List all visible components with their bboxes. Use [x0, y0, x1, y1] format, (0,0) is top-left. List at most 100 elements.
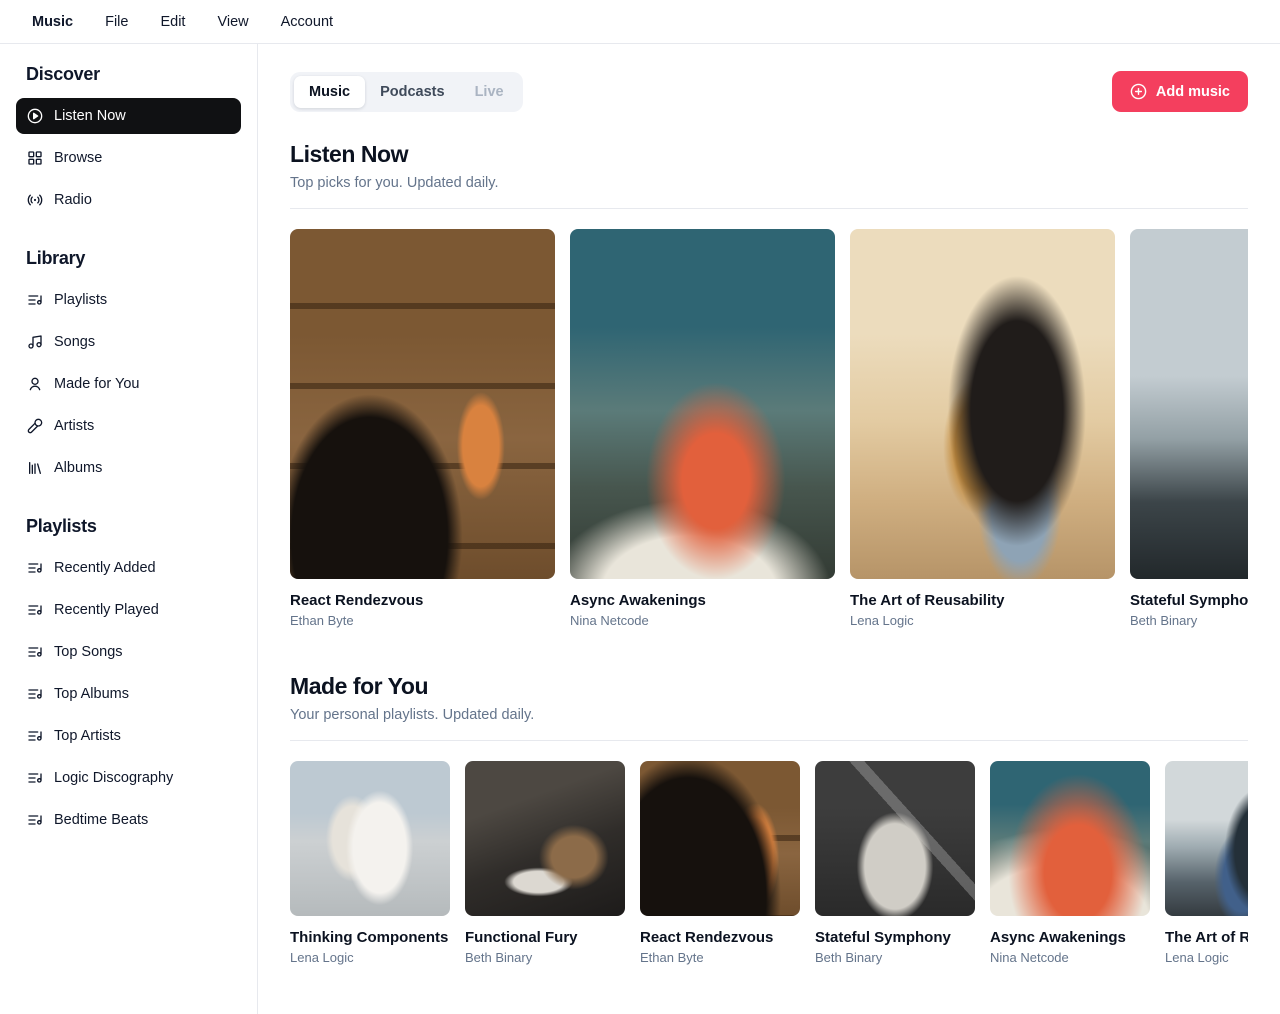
listen-now-card-row: React Rendezvous Ethan Byte Async Awaken…: [290, 229, 1248, 628]
sidebar-item-albums[interactable]: Albums: [16, 450, 241, 486]
sidebar-item-radio[interactable]: Radio: [16, 182, 241, 218]
radio-icon: [27, 192, 43, 208]
sidebar-item-top-artists[interactable]: Top Artists: [16, 718, 241, 754]
playlist-title: Functional Fury: [465, 929, 625, 946]
album-art[interactable]: [1130, 229, 1248, 579]
sidebar-section-discover: Discover Listen Now Browse Radio: [16, 64, 241, 218]
playlist-art[interactable]: [465, 761, 625, 916]
playlist-card: Functional Fury Beth Binary: [465, 761, 625, 965]
list-music-icon: [27, 644, 43, 660]
content-tabs: Music Podcasts Live: [290, 72, 523, 112]
add-music-label: Add music: [1156, 84, 1230, 100]
sidebar-item-label: Top Artists: [54, 728, 121, 744]
sidebar-section-playlists: Playlists Recently Added Recently Played…: [16, 516, 241, 838]
sidebar-item-label: Top Songs: [54, 644, 123, 660]
separator: [290, 208, 1248, 209]
album-card: The Art of Reusability Lena Logic: [850, 229, 1115, 628]
section-listen-now: Listen Now Top picks for you. Updated da…: [290, 141, 1248, 628]
sidebar-item-recently-played[interactable]: Recently Played: [16, 592, 241, 628]
playlist-card: Thinking Components Lena Logic: [290, 761, 450, 965]
album-art[interactable]: [570, 229, 835, 579]
album-title: React Rendezvous: [290, 592, 555, 609]
separator: [290, 740, 1248, 741]
topbar: Music Podcasts Live Add music: [290, 71, 1248, 112]
menubar-item-account[interactable]: Account: [281, 14, 333, 30]
album-artist: Ethan Byte: [290, 613, 555, 628]
tab-music[interactable]: Music: [294, 76, 365, 108]
album-artist: Nina Netcode: [570, 613, 835, 628]
album-title: Async Awakenings: [570, 592, 835, 609]
album-card: Stateful Symphony Beth Binary: [1130, 229, 1248, 628]
sidebar-item-made-for-you[interactable]: Made for You: [16, 366, 241, 402]
playlist-title: Stateful Symphony: [815, 929, 975, 946]
sidebar-item-logic-discography[interactable]: Logic Discography: [16, 760, 241, 796]
album-artist: Lena Logic: [850, 613, 1115, 628]
list-music-icon: [27, 292, 43, 308]
list-music-icon: [27, 812, 43, 828]
section-made-for-you: Made for You Your personal playlists. Up…: [290, 673, 1248, 965]
list-music-icon: [27, 602, 43, 618]
list-music-icon: [27, 560, 43, 576]
sidebar-item-label: Bedtime Beats: [54, 812, 148, 828]
sidebar-item-songs[interactable]: Songs: [16, 324, 241, 360]
album-art[interactable]: [850, 229, 1115, 579]
sidebar-item-label: Songs: [54, 334, 95, 350]
sidebar-heading-library: Library: [16, 248, 241, 269]
sidebar-item-top-albums[interactable]: Top Albums: [16, 676, 241, 712]
list-music-icon: [27, 728, 43, 744]
sidebar-item-label: Artists: [54, 418, 94, 434]
playlist-art[interactable]: [1165, 761, 1248, 916]
sidebar-item-label: Top Albums: [54, 686, 129, 702]
section-subtitle: Your personal playlists. Updated daily.: [290, 707, 1248, 723]
menubar-item-edit[interactable]: Edit: [160, 14, 185, 30]
sidebar-item-recently-added[interactable]: Recently Added: [16, 550, 241, 586]
playlist-artist: Ethan Byte: [640, 950, 800, 965]
menubar: Music File Edit View Account: [0, 0, 1280, 44]
album-card: React Rendezvous Ethan Byte: [290, 229, 555, 628]
sidebar-item-artists[interactable]: Artists: [16, 408, 241, 444]
playlist-art[interactable]: [990, 761, 1150, 916]
playlist-artist: Lena Logic: [290, 950, 450, 965]
playlist-artist: Beth Binary: [465, 950, 625, 965]
menubar-item-music[interactable]: Music: [32, 14, 73, 30]
sidebar-item-label: Recently Played: [54, 602, 159, 618]
album-artist: Beth Binary: [1130, 613, 1248, 628]
main-content: Music Podcasts Live Add music Listen Now…: [258, 44, 1280, 1014]
sidebar-item-browse[interactable]: Browse: [16, 140, 241, 176]
sidebar-item-bedtime-beats[interactable]: Bedtime Beats: [16, 802, 241, 838]
list-music-icon: [27, 686, 43, 702]
album-art[interactable]: [290, 229, 555, 579]
album-title: Stateful Symphony: [1130, 592, 1248, 609]
sidebar-item-playlists[interactable]: Playlists: [16, 282, 241, 318]
section-title: Listen Now: [290, 141, 1248, 168]
made-for-you-card-row: Thinking Components Lena Logic Functiona…: [290, 761, 1248, 965]
sidebar-heading-discover: Discover: [16, 64, 241, 85]
playlist-card: The Art of Reusability Lena Logic: [1165, 761, 1248, 965]
playlist-art[interactable]: [640, 761, 800, 916]
playlist-title: Thinking Components: [290, 929, 450, 946]
plus-circle-icon: [1130, 83, 1147, 100]
add-music-button[interactable]: Add music: [1112, 71, 1248, 112]
music-note-icon: [27, 334, 43, 350]
playlist-title: The Art of Reusability: [1165, 929, 1248, 946]
menubar-item-file[interactable]: File: [105, 14, 128, 30]
list-music-icon: [27, 770, 43, 786]
menubar-item-view[interactable]: View: [217, 14, 248, 30]
playlist-art[interactable]: [290, 761, 450, 916]
playlist-artist: Lena Logic: [1165, 950, 1248, 965]
sidebar-item-top-songs[interactable]: Top Songs: [16, 634, 241, 670]
playlist-card: Async Awakenings Nina Netcode: [990, 761, 1150, 965]
grid-icon: [27, 150, 43, 166]
tab-podcasts[interactable]: Podcasts: [365, 76, 459, 108]
sidebar-item-label: Listen Now: [54, 108, 126, 124]
album-title: The Art of Reusability: [850, 592, 1115, 609]
sidebar-section-library: Library Playlists Songs Made for You Art…: [16, 248, 241, 486]
sidebar-heading-playlists: Playlists: [16, 516, 241, 537]
playlist-title: React Rendezvous: [640, 929, 800, 946]
sidebar-item-listen-now[interactable]: Listen Now: [16, 98, 241, 134]
sidebar-item-label: Playlists: [54, 292, 107, 308]
user-icon: [27, 376, 43, 392]
app-body: Discover Listen Now Browse Radio Library…: [0, 44, 1280, 1014]
sidebar-item-label: Radio: [54, 192, 92, 208]
playlist-art[interactable]: [815, 761, 975, 916]
